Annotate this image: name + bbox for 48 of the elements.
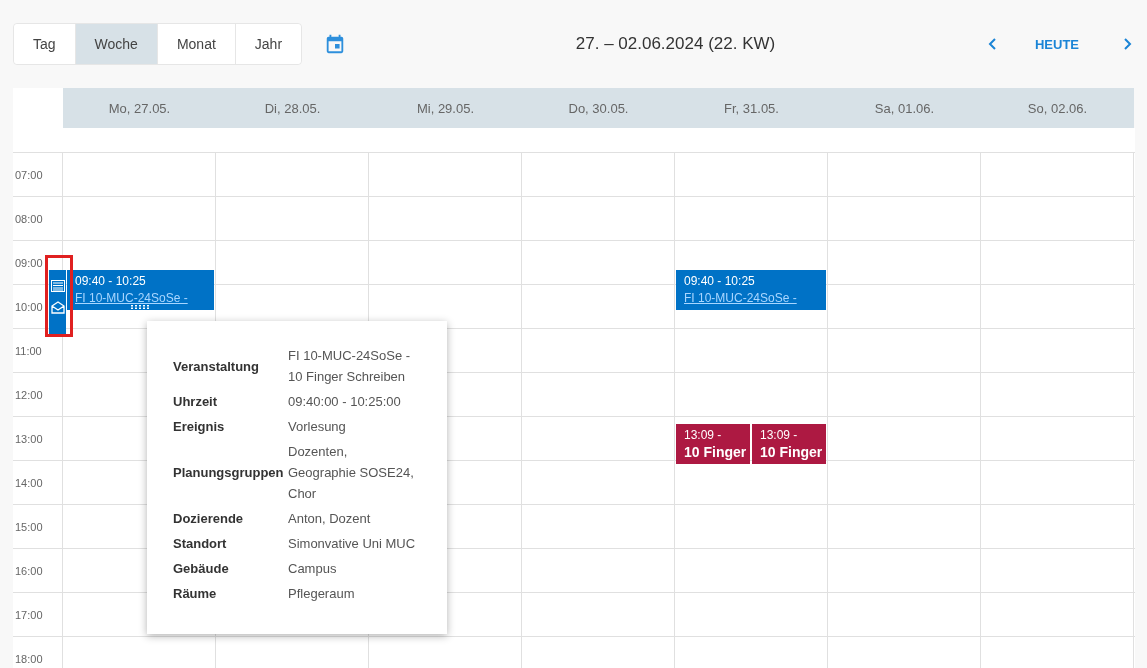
- time-label: 14:00: [13, 461, 63, 505]
- tooltip-value: Vorlesung: [288, 418, 347, 436]
- tooltip-label: Planungsgruppen: [173, 465, 285, 480]
- calendar-event[interactable]: 09:40 - 10:25 FI 10-MUC-24SoSe -: [67, 270, 214, 311]
- tooltip-label: Dozierende: [173, 511, 245, 526]
- time-label: 17:00: [13, 593, 63, 637]
- list-icon[interactable]: [50, 279, 65, 294]
- tooltip-value: Pflegeraum: [288, 585, 356, 603]
- event-time: 13:09 -: [684, 427, 723, 442]
- time-label: 18:00: [13, 637, 63, 668]
- time-label: 07:00: [13, 153, 63, 197]
- tooltip-value: Anton, Dozent: [288, 510, 372, 528]
- tooltip-label: Standort: [173, 536, 228, 551]
- day-header: So, 02.06.: [981, 88, 1134, 128]
- tooltip-value: Dozenten, Geographie SOSE24, Chor: [288, 443, 415, 503]
- event-time: 09:40 - 10:25: [75, 274, 147, 289]
- envelope-icon[interactable]: [50, 300, 65, 315]
- event-time: 13:09 -: [760, 427, 799, 442]
- day-header: Mi, 29.05.: [369, 88, 522, 128]
- day-header: Do, 30.05.: [522, 88, 675, 128]
- time-label: 13:00: [13, 417, 63, 461]
- tooltip-label: Veranstaltung: [173, 358, 260, 374]
- view-tab[interactable]: Tag: [14, 24, 76, 64]
- day-header: Sa, 01.06.: [828, 88, 981, 128]
- tooltip-label: Uhrzeit: [173, 394, 219, 409]
- event-time: 09:40 - 10:25: [684, 274, 756, 289]
- time-label: 12:00: [13, 373, 63, 417]
- calendar-event[interactable]: 13:09 - 10 Finger: [752, 423, 826, 464]
- tooltip-value: Simonvative Uni MUC: [288, 535, 416, 553]
- tooltip-value: Campus: [288, 560, 338, 578]
- day-header: Mo, 27.05.: [63, 88, 216, 128]
- day-header: Fr, 31.05.: [675, 88, 828, 128]
- calendar-event[interactable]: 09:40 - 10:25 FI 10-MUC-24SoSe -: [676, 270, 826, 311]
- time-label: 16:00: [13, 549, 63, 593]
- time-label: 08:00: [13, 197, 63, 241]
- tooltip-value: FI 10-MUC-24SoSe - 10 Finger Schreiben: [288, 347, 412, 386]
- tooltip-value: 09:40:00 - 10:25:00: [288, 393, 402, 411]
- tooltip-label: Räume: [173, 586, 218, 601]
- today-button[interactable]: HEUTE: [1028, 35, 1085, 53]
- time-label: 15:00: [13, 505, 63, 549]
- period-title: 27. – 02.06.2024 (22. KW): [574, 34, 777, 54]
- header-corner: [13, 88, 63, 128]
- tooltip-label: Ereignis: [173, 419, 226, 434]
- day-header: Di, 28.05.: [216, 88, 369, 128]
- calendar-event[interactable]: 13:09 - 10 Finger: [676, 423, 750, 464]
- resize-handle-icon[interactable]: [131, 305, 149, 310]
- tooltip-label: Gebäude: [173, 561, 230, 576]
- view-tab[interactable]: Woche: [75, 24, 158, 64]
